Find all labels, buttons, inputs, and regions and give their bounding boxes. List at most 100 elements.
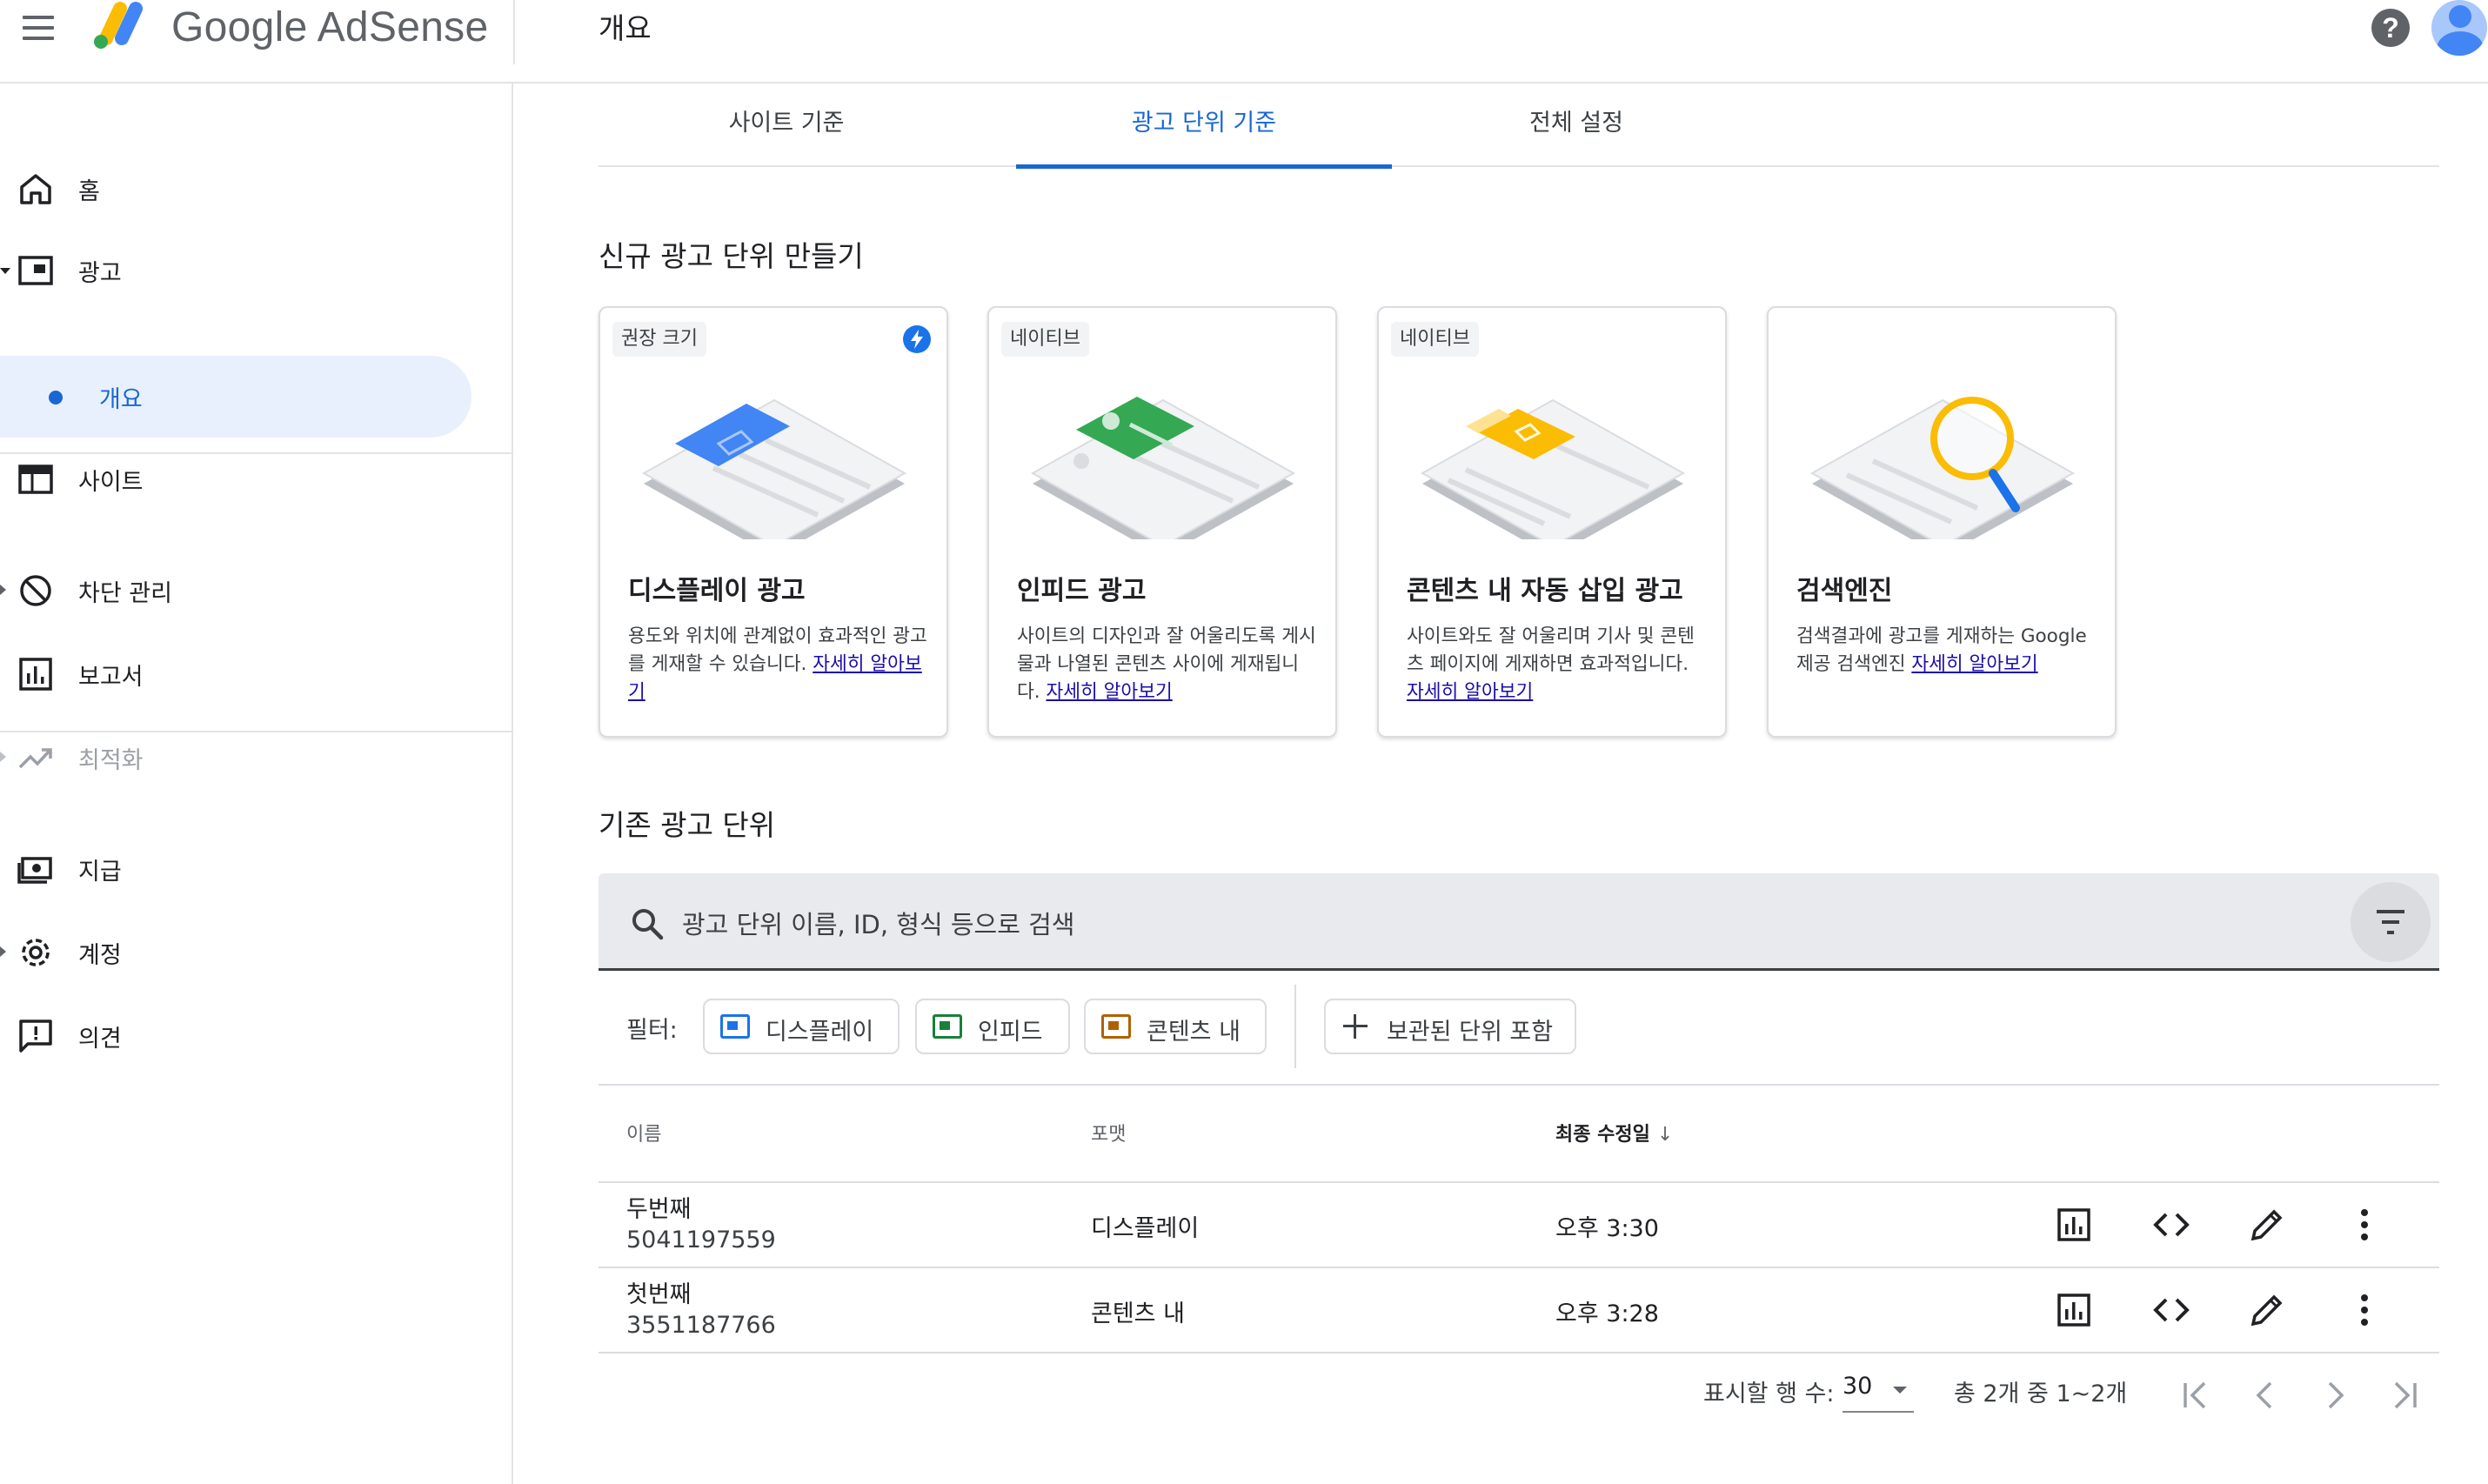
filter-chip-display[interactable]: 디스플레이 [703,999,900,1054]
card-title: 콘텐츠 내 자동 삽입 광고 [1407,576,1683,606]
ad-unit-id: 5041197559 [626,1227,776,1253]
sidebar-item-reports[interactable]: 보고서 [0,633,513,713]
chevron-left-icon[interactable] [2243,1373,2288,1418]
card-description: 용도와 위치에 관계없이 효과적인 광고를 게재할 수 있습니다. 자세히 알아… [628,623,927,706]
pagination-range: 총 2개 중 1~2개 [1954,1380,2128,1407]
in-article-ad-illustration [1420,398,1686,539]
app-logo-text: Google AdSense [171,4,489,50]
column-header-name[interactable]: 이름 [626,1119,661,1146]
in-article-format-icon [1101,1014,1131,1039]
card-chip: 권장 크기 [612,322,706,357]
column-header-format[interactable]: 포맷 [1091,1119,1126,1146]
card-description: 사이트의 디자인과 잘 어울리도록 게시물과 나열된 콘텐츠 사이에 게재됩니다… [1017,623,1316,706]
sidebar-item-label: 의견 [78,1026,122,1053]
bolt-icon [903,325,931,353]
sidebar-item-sites[interactable]: 사이트 [0,438,513,518]
last-page-icon[interactable] [2382,1373,2427,1418]
sidebar-item-blocking[interactable]: 차단 관리 [0,550,513,630]
ad-unit-search-bar[interactable]: 광고 단위 이름, ID, 형식 등으로 검색 [599,873,2439,971]
ad-unit-format: 디스플레이 [1091,1215,1200,1242]
sidebar-item-label: 보고서 [78,664,144,691]
code-icon[interactable] [2149,1287,2194,1333]
search-engine-card[interactable]: 검색엔진 검색결과에 광고를 게재하는 Google 제공 검색엔진 자세히 알… [1767,306,2117,738]
chevron-down-icon [0,268,10,274]
dot-icon [49,391,63,404]
menu-icon[interactable] [19,12,56,43]
chevron-right-icon [0,752,6,762]
search-input[interactable]: 광고 단위 이름, ID, 형식 등으로 검색 [682,905,1074,941]
code-icon[interactable] [2149,1202,2194,1247]
sidebar-item-label: 계정 [78,942,122,969]
display-ad-card[interactable]: 권장 크기 디스플레이 광고 용도와 위치에 관계없이 효과적인 광고를 게재할… [599,306,948,738]
filter-list-icon[interactable] [2351,882,2431,962]
payments-icon [17,857,52,884]
sidebar-item-optimization[interactable]: 최적화 [0,717,513,797]
learn-more-link[interactable]: 자세히 알아보기 [1407,681,1533,703]
top-divider [513,0,515,64]
feedback-icon [19,1019,52,1053]
sidebar-item-overview[interactable]: 개요 [0,356,472,438]
sidebar-item-label: 최적화 [78,747,144,774]
filter-chip-in-article[interactable]: 콘텐츠 내 [1084,999,1267,1054]
report-icon[interactable] [2051,1287,2097,1333]
rows-per-page-select[interactable]: 30 [1843,1366,1914,1413]
column-header-last-modified[interactable]: 최종 수정일 ↓ [1555,1119,1673,1146]
table-row[interactable]: 첫번째 3551187766 콘텐츠 내 오후 3:28 [599,1268,2439,1352]
edit-icon[interactable] [2244,1287,2290,1333]
page-title: 개요 [599,11,652,45]
more-vert-icon[interactable] [2342,1287,2387,1333]
tab-global-settings[interactable]: 전체 설정 [1388,84,1764,167]
help-icon[interactable]: ? [2371,9,2410,47]
card-chip: 네이티브 [1391,322,1479,357]
sidebar-item-payments[interactable]: 지급 [0,828,513,908]
block-icon [20,575,51,606]
top-app-bar: Google AdSense 개요 ? [0,0,2488,84]
sidebar-item-label: 차단 관리 [78,580,172,607]
arrow-down-icon: ↓ [1656,1124,1674,1146]
infeed-ad-illustration [1030,397,1296,539]
learn-more-link[interactable]: 자세히 알아보기 [1911,653,2037,675]
learn-more-link[interactable]: 자세히 알아보기 [1046,681,1172,703]
chevron-right-icon[interactable] [2312,1373,2358,1418]
ads-icon [18,256,53,285]
filter-chip-label: 콘텐츠 내 [1147,1019,1241,1046]
card-title: 디스플레이 광고 [628,576,806,606]
ad-unit-format: 콘텐츠 내 [1091,1300,1185,1327]
infeed-ad-card[interactable]: 네이티브 인피드 광고 사이트의 디자인과 잘 어울리도록 게시물과 나열된 콘… [987,306,1337,738]
home-icon [20,174,51,204]
ad-unit-last-modified: 오후 3:28 [1555,1300,1659,1327]
edit-icon[interactable] [2244,1202,2290,1247]
first-page-icon[interactable] [2173,1373,2218,1418]
sidebar-item-label: 홈 [78,178,100,205]
filter-label: 필터: [626,1017,678,1044]
ad-unit-name[interactable]: 두번째 [626,1190,692,1224]
in-article-ad-card[interactable]: 네이티브 콘텐츠 내 자동 삽입 광고 사이트와도 잘 어울리며 기사 및 콘텐… [1377,306,1727,738]
card-chip: 네이티브 [1001,322,1089,357]
sidebar-item-account[interactable]: 계정 [0,912,513,992]
search-engine-illustration [1809,397,2076,539]
tab-by-site[interactable]: 사이트 기준 [599,84,974,167]
reports-icon [19,658,52,691]
report-icon[interactable] [2051,1202,2097,1247]
avatar[interactable] [2431,0,2487,56]
table-row[interactable]: 두번째 5041197559 디스플레이 오후 3:30 [599,1183,2439,1267]
infeed-format-icon [933,1014,962,1039]
card-description: 사이트와도 잘 어울리며 기사 및 콘텐츠 페이지에 게재하면 효과적입니다. … [1407,623,1706,706]
sidebar-item-feedback[interactable]: 의견 [0,995,513,1075]
sidebar-item-label: 사이트 [78,469,144,496]
include-archived-chip[interactable]: 보관된 단위 포함 [1324,999,1576,1054]
sites-icon [18,465,53,494]
filter-chip-label: 인피드 [978,1019,1043,1046]
search-icon [632,909,664,940]
sidebar-item-home[interactable]: 홈 [0,148,513,228]
card-title: 검색엔진 [1796,576,1893,606]
tab-by-ad-unit[interactable]: 광고 단위 기준 [1016,84,1392,169]
more-vert-icon[interactable] [2342,1202,2387,1247]
ad-unit-name[interactable]: 첫번째 [626,1275,692,1309]
filter-separator [1294,985,1296,1068]
filter-chip-label: 디스플레이 [766,1019,874,1046]
sidebar-item-ads[interactable]: 광고 [0,230,513,310]
filter-chip-infeed[interactable]: 인피드 [915,999,1070,1054]
card-title: 인피드 광고 [1017,576,1147,606]
display-ad-illustration [641,398,907,539]
